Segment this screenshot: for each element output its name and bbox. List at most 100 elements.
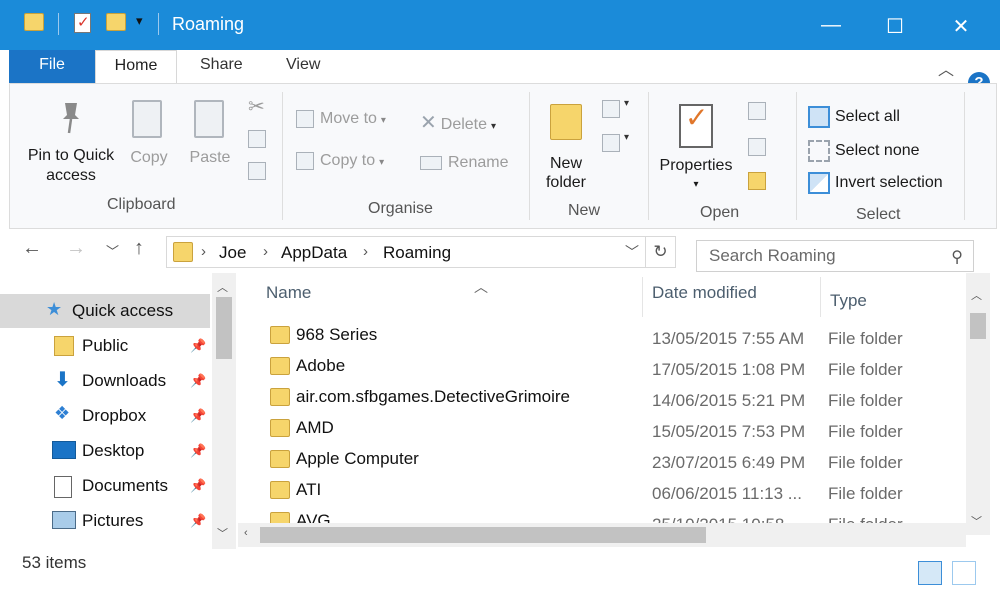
column-header-date-modified[interactable]: Date modified [652, 283, 757, 303]
tab-home[interactable]: Home [95, 50, 177, 84]
copy-to-icon [296, 152, 314, 170]
dropdown-arrow-icon[interactable]: ▾ [624, 132, 629, 143]
file-type: File folder [828, 422, 903, 441]
table-row[interactable]: 968 Series 13/05/2015 7:55 AM File folde… [266, 321, 966, 352]
scroll-down-arrow-icon[interactable]: ﹀ [217, 525, 228, 541]
folder-icon [270, 450, 290, 468]
pin-icon[interactable]: 📌 [190, 443, 206, 459]
rename-icon [420, 155, 442, 170]
file-list-horizontal-scrollbar[interactable]: ‹ [238, 523, 966, 547]
table-row[interactable]: Adobe 17/05/2015 1:08 PM File folder [266, 352, 966, 383]
table-row[interactable]: AVG 25/10/2015 10:58 ... File folder [266, 507, 966, 523]
customize-quick-access-icon[interactable]: ▾ [136, 13, 143, 29]
maximize-button[interactable]: ☐ [880, 14, 910, 39]
breadcrumb-separator-icon[interactable]: › [201, 243, 206, 260]
table-row[interactable]: Apple Computer 23/07/2015 6:49 PM File f… [266, 445, 966, 476]
column-divider[interactable] [820, 277, 821, 317]
back-arrow-icon[interactable]: ← [22, 237, 42, 260]
tab-file[interactable]: File [9, 50, 95, 83]
paste-button[interactable]: Paste [184, 94, 236, 174]
move-to-button[interactable]: Move to ▾ [296, 110, 386, 128]
paste-shortcut-icon[interactable] [248, 162, 266, 180]
scrollbar-thumb[interactable] [216, 297, 232, 359]
scroll-down-arrow-icon[interactable]: ﹀ [971, 513, 982, 529]
new-folder-button[interactable]: New folder [536, 98, 596, 194]
breadcrumb-separator-icon[interactable]: › [263, 243, 268, 260]
table-row[interactable]: ATI 06/06/2015 11:13 ... File folder [266, 476, 966, 507]
file-type: File folder [828, 515, 903, 523]
folder-icon [270, 419, 290, 437]
column-header-name[interactable]: Name ︿ [266, 279, 488, 303]
nav-item-pictures[interactable]: Pictures 📌 [0, 504, 210, 538]
nav-item-label: Desktop [82, 441, 145, 460]
details-view-icon[interactable] [918, 561, 942, 585]
invert-selection-button[interactable]: Invert selection [808, 172, 943, 194]
pin-icon[interactable]: 📌 [190, 513, 206, 529]
scroll-left-arrow-icon[interactable]: ‹ [244, 527, 248, 539]
tab-view[interactable]: View [286, 56, 320, 74]
scroll-up-arrow-icon[interactable]: ︿ [971, 287, 982, 303]
tab-share[interactable]: Share [200, 56, 243, 74]
file-list-vertical-scrollbar[interactable]: ︿ ﹀ [966, 273, 990, 535]
breadcrumb-roaming[interactable]: Roaming [383, 243, 451, 263]
nav-item-public[interactable]: Public 📌 [0, 329, 210, 363]
delete-button[interactable]: ✕ Delete ▾ [420, 110, 496, 135]
rename-button[interactable]: Rename [420, 154, 508, 172]
new-item-icon[interactable] [602, 100, 620, 118]
breadcrumb-separator-icon[interactable]: › [363, 243, 368, 260]
scroll-up-arrow-icon[interactable]: ︿ [217, 279, 228, 295]
pin-to-quick-access-button[interactable]: Pin to Quick access [16, 94, 126, 190]
cut-icon[interactable]: ✂ [248, 94, 265, 119]
select-none-button[interactable]: Select none [808, 140, 920, 162]
nav-item-documents[interactable]: Documents 📌 [0, 469, 210, 503]
copy-to-button[interactable]: Copy to ▾ [296, 152, 384, 170]
nav-item-quick-access[interactable]: ★ Quick access [0, 294, 210, 328]
nav-scrollbar[interactable]: ︿ ﹀ [212, 273, 236, 549]
dropdown-arrow-icon[interactable]: ▾ [624, 98, 629, 109]
file-name: 968 Series [296, 325, 378, 344]
nav-item-downloads[interactable]: ⬇ Downloads 📌 [0, 364, 210, 398]
minimize-button[interactable]: — [816, 14, 846, 37]
close-button[interactable]: ✕ [946, 14, 976, 39]
easy-access-icon[interactable] [602, 134, 620, 152]
select-all-button[interactable]: Select all [808, 106, 900, 128]
address-bar-row: ← → ﹀ ↑ › Joe › AppData › Roaming ﹀ ↻ Se… [0, 229, 1000, 273]
rename-label: Rename [448, 154, 509, 171]
address-dropdown-icon[interactable]: ﹀ [625, 242, 639, 262]
large-icons-view-icon[interactable] [952, 561, 976, 585]
file-name: AMD [296, 418, 334, 437]
search-input[interactable]: Search Roaming ⚲ [696, 240, 974, 272]
edit-icon[interactable] [748, 138, 766, 156]
file-list: Name ︿ Date modified Type 968 Series 13/… [238, 273, 990, 549]
pin-icon[interactable]: 📌 [190, 408, 206, 424]
pin-icon[interactable]: 📌 [190, 373, 206, 389]
breadcrumb-joe[interactable]: Joe [219, 243, 246, 263]
copy-button[interactable]: Copy [124, 94, 174, 174]
forward-arrow-icon[interactable]: → [66, 237, 86, 260]
title-bar: ▾ Roaming — ☐ ✕ [0, 0, 1000, 50]
properties-button[interactable]: Properties ▾ [654, 98, 738, 194]
pin-icon[interactable]: 📌 [190, 338, 206, 354]
up-arrow-icon[interactable]: ↑ [134, 237, 144, 260]
recent-locations-chevron-icon[interactable]: ﹀ [106, 241, 119, 260]
open-icon[interactable] [748, 102, 766, 120]
chevron-up-icon[interactable]: ︿ [938, 56, 954, 80]
refresh-icon[interactable]: ↻ [645, 237, 675, 267]
copy-path-icon[interactable] [248, 130, 266, 148]
column-divider[interactable] [642, 277, 643, 317]
address-field[interactable]: › Joe › AppData › Roaming ﹀ ↻ [166, 236, 676, 268]
table-row[interactable]: AMD 15/05/2015 7:53 PM File folder [266, 414, 966, 445]
scrollbar-thumb[interactable] [260, 527, 706, 543]
search-icon[interactable]: ⚲ [951, 247, 963, 267]
scrollbar-thumb[interactable] [970, 313, 986, 339]
new-folder-icon[interactable] [106, 13, 126, 31]
column-header-type[interactable]: Type [830, 291, 867, 311]
properties-icon[interactable] [74, 13, 91, 33]
table-row[interactable]: air.com.sfbgames.DetectiveGrimoire 14/06… [266, 383, 966, 414]
nav-item-desktop[interactable]: Desktop 📌 [0, 434, 210, 468]
pin-icon[interactable]: 📌 [190, 478, 206, 494]
folder-icon [24, 13, 44, 31]
nav-item-dropbox[interactable]: ❖ Dropbox 📌 [0, 399, 210, 433]
breadcrumb-appdata[interactable]: AppData [281, 243, 347, 263]
history-icon[interactable] [748, 172, 766, 190]
